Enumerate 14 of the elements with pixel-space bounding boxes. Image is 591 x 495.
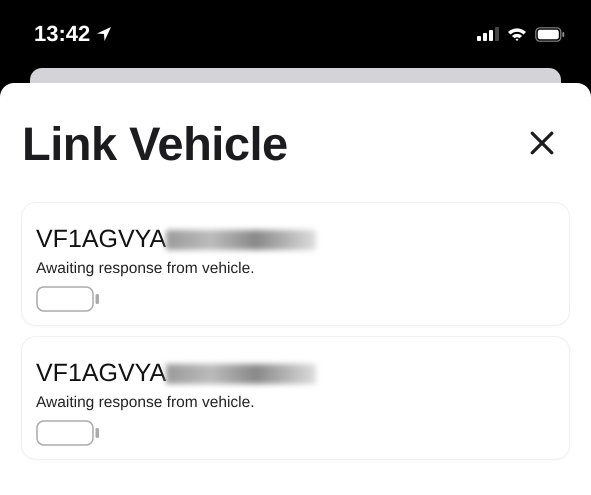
- battery-icon: [36, 286, 100, 312]
- vehicle-vin: VF1AGVYA: [36, 359, 166, 388]
- sheet-title: Link Vehicle: [22, 116, 288, 170]
- status-time: 13:42: [34, 21, 90, 47]
- signal-icon: [477, 27, 499, 41]
- vehicle-status: Awaiting response from vehicle.: [36, 394, 255, 412]
- vehicle-status: Awaiting response from vehicle.: [36, 260, 255, 278]
- battery-icon: [36, 420, 100, 446]
- wifi-icon: [507, 27, 527, 41]
- vehicle-card[interactable]: VF1AGVYA Awaiting response from vehicle.: [22, 337, 569, 459]
- location-arrow-icon: [96, 26, 112, 42]
- battery-icon: [535, 26, 565, 42]
- vehicle-card[interactable]: VF1AGVYA Awaiting response from vehicle.: [22, 203, 569, 325]
- vehicle-vin: VF1AGVYA: [36, 225, 166, 254]
